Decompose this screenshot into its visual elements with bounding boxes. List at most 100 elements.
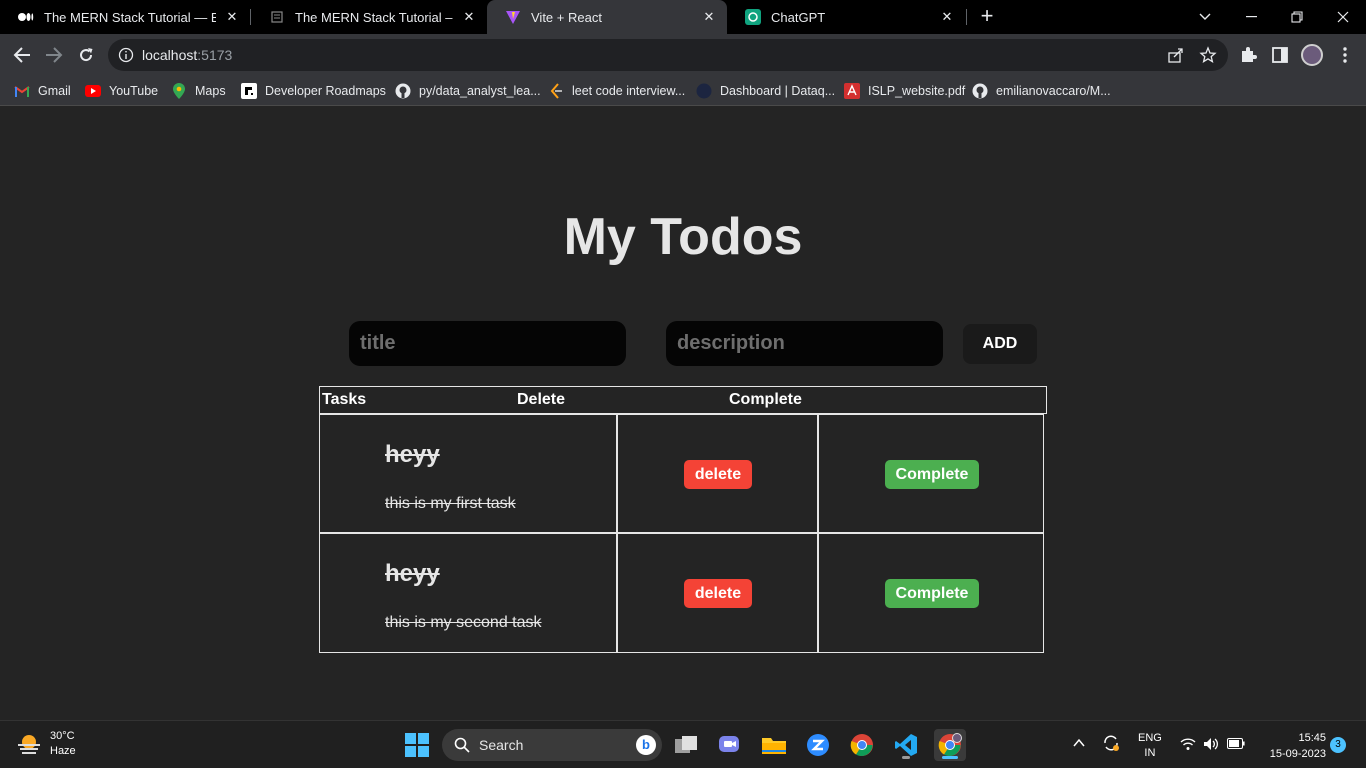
reload-icon <box>80 48 93 62</box>
address-bar[interactable]: localhost:5173 <box>108 39 1228 71</box>
bookmark-emilianovaccaro[interactable]: emilianovaccaro/M... <box>972 82 1111 100</box>
task-view-button[interactable] <box>670 729 702 761</box>
bookmark-islp-pdf[interactable]: ISLP_website.pdf <box>844 82 965 100</box>
page-viewport: My Todos ADD Tasks Delete Complete heyy … <box>0 107 1366 720</box>
bookmark-developer-roadmaps[interactable]: Developer Roadmaps <box>241 82 386 100</box>
close-icon[interactable]: ✕ <box>461 9 477 25</box>
add-button[interactable]: ADD <box>963 324 1037 364</box>
tab-label: Vite + React <box>531 9 602 25</box>
windows-start-icon[interactable] <box>405 733 429 757</box>
medium-icon <box>18 9 34 25</box>
tab-vite-react[interactable]: Vite + React ✕ <box>487 0 727 34</box>
restore-button[interactable] <box>1274 0 1320 34</box>
share-icon[interactable] <box>1167 46 1185 64</box>
folder-icon <box>762 738 786 754</box>
todo-description: this is my first task <box>385 495 516 512</box>
url-port: :5173 <box>197 47 233 63</box>
description-input[interactable] <box>666 321 943 366</box>
tab-chatgpt[interactable]: ChatGPT ✕ <box>727 0 965 34</box>
chevron-down-icon <box>1199 13 1211 20</box>
task-cell: heyy this is my second task <box>320 534 618 652</box>
tab-search-button[interactable] <box>1182 0 1228 34</box>
side-panel-icon[interactable] <box>1270 45 1290 65</box>
chevron-up-icon[interactable] <box>1073 738 1085 748</box>
bing-icon: b <box>636 735 656 755</box>
tab-separator <box>966 9 967 25</box>
roadmap-icon <box>241 83 257 99</box>
gmail-icon <box>14 83 30 99</box>
haze-sun-icon <box>18 735 40 754</box>
bookmark-maps[interactable]: Maps <box>171 82 226 100</box>
volume-icon[interactable] <box>1203 737 1219 751</box>
bookmark-label: ISLP_website.pdf <box>868 84 966 98</box>
profile-avatar[interactable] <box>1301 44 1323 66</box>
title-input[interactable] <box>349 321 626 366</box>
file-explorer-button[interactable] <box>758 729 790 761</box>
tab-mern-medium[interactable]: The MERN Stack Tutorial — Build ✕ <box>0 0 250 34</box>
tab-mern-tutorial[interactable]: The MERN Stack Tutorial – Buildin ✕ <box>251 0 487 34</box>
delete-button[interactable]: delete <box>684 579 752 608</box>
chrome-profile-icon <box>938 733 962 756</box>
sync-icon[interactable] <box>1102 734 1120 752</box>
complete-button[interactable]: Complete <box>885 579 979 608</box>
teams-chat-button[interactable] <box>714 729 746 761</box>
reload-button[interactable] <box>74 43 98 67</box>
browser-toolbar: localhost:5173 <box>0 34 1366 76</box>
url-host: localhost <box>142 47 198 63</box>
bookmark-leetcode[interactable]: leet code interview... <box>548 82 685 100</box>
bookmarks-bar: Gmail YouTube Maps Developer Roadmaps py… <box>0 76 1366 106</box>
system-clock[interactable]: 15:45 15-09-2023 <box>1256 730 1326 762</box>
running-indicator <box>902 756 910 759</box>
close-icon[interactable]: ✕ <box>224 9 240 25</box>
forward-button[interactable] <box>42 43 66 67</box>
zoom-icon <box>807 734 829 756</box>
weather-condition: Haze <box>50 745 76 757</box>
battery-icon[interactable] <box>1227 738 1245 749</box>
bookmark-label: Dashboard | Dataq... <box>720 84 836 98</box>
bookmark-label: Developer Roadmaps <box>265 84 386 98</box>
close-icon[interactable]: ✕ <box>701 9 717 25</box>
leetcode-icon <box>548 83 564 99</box>
minimize-icon <box>1245 16 1257 18</box>
bookmark-star-icon[interactable] <box>1199 46 1217 64</box>
bookmark-data-analyst[interactable]: py/data_analyst_lea... <box>395 82 541 100</box>
tab-label: ChatGPT <box>771 9 826 25</box>
menu-kebab-icon[interactable] <box>1335 45 1355 65</box>
wifi-icon[interactable] <box>1180 737 1196 751</box>
bookmark-youtube[interactable]: YouTube <box>85 82 158 100</box>
language-region: IN <box>1144 747 1156 759</box>
complete-cell: Complete <box>820 534 1043 652</box>
chrome-button[interactable] <box>846 729 878 761</box>
dataquest-icon <box>696 83 712 99</box>
complete-cell: Complete <box>820 415 1043 533</box>
info-icon[interactable] <box>118 47 134 63</box>
tab-label: The MERN Stack Tutorial — Build <box>44 9 216 25</box>
task-cell: heyy this is my first task <box>320 415 618 533</box>
vscode-button[interactable] <box>890 729 922 761</box>
notification-badge[interactable]: 3 <box>1330 737 1346 753</box>
weather-widget[interactable]: 30°C Haze <box>16 729 76 759</box>
new-tab-button[interactable]: + <box>976 5 998 28</box>
close-icon[interactable]: ✕ <box>939 9 955 25</box>
table-row: heyy this is my first task delete Comple… <box>320 415 1043 534</box>
close-window-button[interactable] <box>1320 0 1366 34</box>
bookmark-dataquest[interactable]: Dashboard | Dataq... <box>696 82 835 100</box>
complete-button[interactable]: Complete <box>885 460 979 489</box>
delete-button[interactable]: delete <box>684 460 752 489</box>
extensions-icon[interactable] <box>1238 45 1258 65</box>
bookmark-gmail[interactable]: Gmail <box>14 82 71 100</box>
task-view-icon <box>675 736 697 753</box>
language-indicator[interactable]: ENG IN <box>1138 731 1162 761</box>
taskbar-search[interactable]: Search b <box>442 729 662 761</box>
chat-icon <box>719 736 739 752</box>
bookmark-label: Maps <box>195 84 226 98</box>
table-row: heyy this is my second task delete Compl… <box>320 534 1043 652</box>
table-header: Tasks Delete Complete <box>319 386 1047 414</box>
todo-description: this is my second task <box>385 614 542 631</box>
minimize-button[interactable] <box>1228 0 1274 34</box>
column-header-complete: Complete <box>729 391 802 408</box>
zoom-button[interactable] <box>802 729 834 761</box>
bookmark-label: YouTube <box>109 84 159 98</box>
chrome-profile-button[interactable] <box>934 729 966 761</box>
back-button[interactable] <box>10 43 34 67</box>
